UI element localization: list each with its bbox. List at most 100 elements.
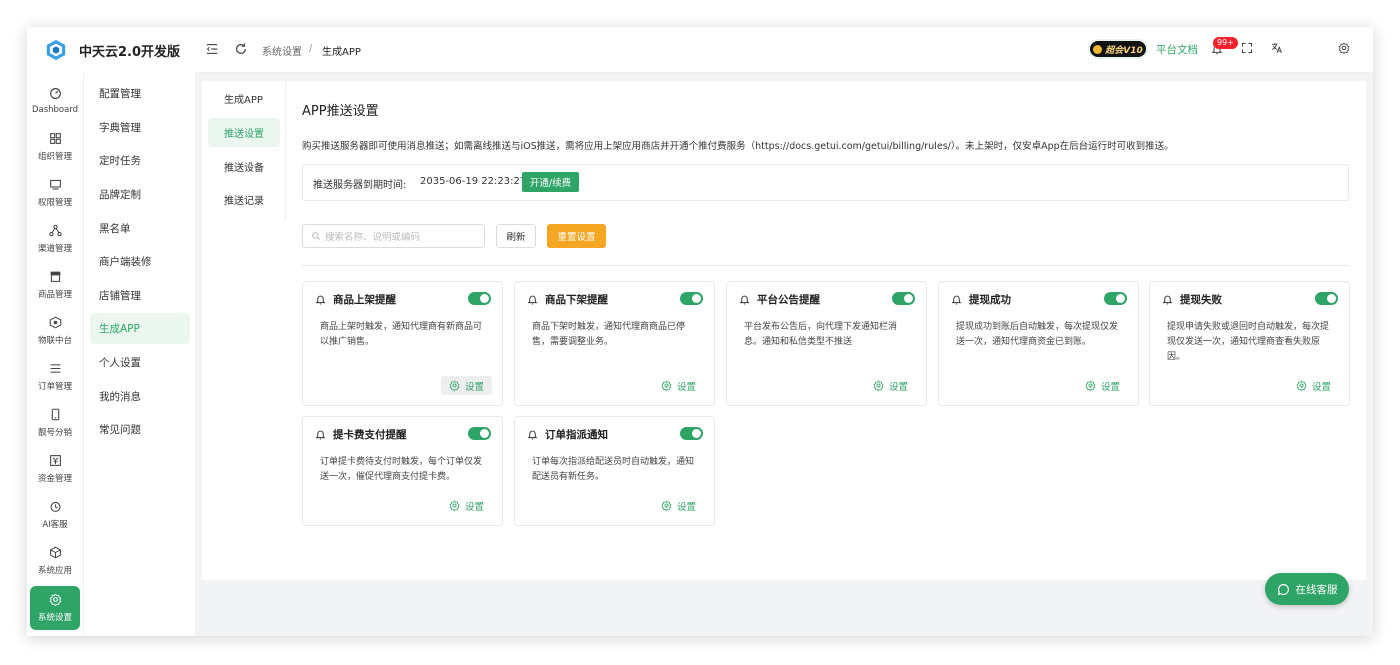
bell-icon (739, 295, 750, 305)
card-settings-button[interactable]: 设置 (441, 376, 492, 395)
notification-badge: 99+ (1213, 37, 1238, 49)
card-settings-button[interactable]: 设置 (653, 496, 704, 515)
expire-box: 推送服务器到期时间: 2035-06-19 22:23:27 开通/续费 (302, 164, 1349, 201)
card-description: 商品上架时触发，通知代理商有新商品可以推广销售。 (320, 322, 483, 347)
card-title: 提现失败 (1180, 294, 1222, 306)
submenu-item[interactable]: 黑名单 (90, 213, 190, 244)
menu-fold-icon[interactable] (205, 42, 219, 56)
gear-icon (1296, 380, 1307, 391)
submenu-item[interactable]: 个人设置 (90, 347, 190, 378)
submenu-item[interactable]: 商户端装修 (90, 246, 190, 277)
icon-rail: Dashboard 组织管理 权限管理 渠道管理 商品管理 物联中台 订单管理 (27, 73, 83, 636)
gear-icon (449, 500, 460, 511)
logo-icon (46, 39, 66, 61)
card-settings-button[interactable]: 设置 (1077, 376, 1128, 395)
card-title: 提现成功 (969, 294, 1011, 306)
submenu-item[interactable]: 店铺管理 (90, 280, 190, 311)
gear-icon (661, 500, 672, 511)
submenu-item[interactable]: 配置管理 (90, 78, 190, 109)
refresh-icon[interactable] (234, 42, 248, 56)
submenu-item[interactable]: 品牌定制 (90, 179, 190, 210)
settings-gear-icon[interactable] (1338, 42, 1350, 54)
inner-nav: 生成APP 推送设置 推送设备 推送记录 (202, 81, 286, 221)
gear-icon (449, 380, 460, 391)
push-card: 商品下架提醒 商品下架时触发，通知代理商商品已停售，需要调整业务。 设置 (514, 281, 715, 406)
card-title: 商品上架提醒 (333, 294, 396, 306)
submenu-item[interactable]: 常见问题 (90, 414, 190, 445)
rail-item-settings[interactable]: 系统设置 (30, 586, 80, 630)
top-bar: 系统设置 / 生成APP 超会V10 平台文档 99+ (195, 27, 1373, 73)
rail-item-iot[interactable]: 物联中台 (30, 309, 80, 353)
platform-docs-link[interactable]: 平台文档 (1156, 42, 1198, 57)
card-settings-button[interactable]: 设置 (653, 376, 704, 395)
search-icon (312, 232, 321, 241)
fullscreen-icon[interactable] (1241, 42, 1253, 54)
enable-toggle[interactable] (680, 292, 703, 305)
gear-icon (1085, 380, 1096, 391)
rail-item-permission[interactable]: 权限管理 (30, 171, 80, 215)
push-card: 提卡费支付提醒 订单提卡费待支付时触发，每个订单仅发送一次，催促代理商支付提卡费… (302, 416, 503, 526)
bell-icon (315, 295, 326, 305)
card-title: 平台公告提醒 (757, 294, 820, 306)
submenu-item[interactable]: 我的消息 (90, 381, 190, 412)
enable-toggle[interactable] (680, 427, 703, 440)
rail-item-org[interactable]: 组织管理 (30, 125, 80, 169)
card-settings-button[interactable]: 设置 (1288, 376, 1339, 395)
inner-tab[interactable]: 生成APP (208, 84, 280, 113)
enable-toggle[interactable] (1104, 292, 1127, 305)
content-panel: 生成APP 推送设置 推送设备 推送记录 APP推送设置 购买推送服务器即可使用… (202, 81, 1366, 580)
rail-item-order[interactable]: 订单管理 (30, 355, 80, 399)
online-support-button[interactable]: 在线客服 (1265, 573, 1349, 605)
card-description: 订单每次指派给配送员时自动触发，通知配送员有新任务。 (532, 457, 695, 482)
crown-icon (1093, 44, 1103, 54)
rail-item-app[interactable]: 系统应用 (30, 539, 80, 583)
grid-icon (49, 133, 61, 144)
submenu-item-active[interactable]: 生成APP (90, 313, 190, 344)
app-window: 中天云2.0开发版 Dashboard 组织管理 权限管理 渠道管理 商品管理 … (27, 27, 1373, 636)
card-settings-button[interactable]: 设置 (441, 496, 492, 515)
card-settings-button[interactable]: 设置 (865, 376, 916, 395)
search-input[interactable]: 搜索名称、说明或编码 (302, 224, 485, 248)
enable-toggle[interactable] (1315, 292, 1338, 305)
gear-icon (873, 380, 884, 391)
card-description: 商品下架时触发，通知代理商商品已停售，需要调整业务。 (532, 322, 686, 347)
push-card: 提现成功 提现成功到账后自动触发，每次提现仅发送一次，通知代理商资金已到账。 设… (938, 281, 1139, 406)
breadcrumb-item[interactable]: 系统设置 (262, 43, 302, 58)
rail-item-dashboard[interactable]: Dashboard (30, 79, 80, 123)
store-icon (50, 271, 60, 282)
enable-toggle[interactable] (468, 292, 491, 305)
push-card: 商品上架提醒 商品上架时触发，通知代理商有新商品可以推广销售。 设置 (302, 281, 503, 406)
enable-toggle[interactable] (892, 292, 915, 305)
rail-item-number[interactable]: 靓号分销 (30, 401, 80, 445)
refresh-button[interactable]: 刷新 (496, 224, 536, 248)
submenu-item[interactable]: 定时任务 (90, 145, 190, 176)
rail-item-channel[interactable]: 渠道管理 (30, 217, 80, 261)
reset-settings-button[interactable]: 重置设置 (547, 224, 606, 248)
enable-toggle[interactable] (468, 427, 491, 440)
section-title: APP推送设置 (302, 104, 379, 119)
chat-icon (1277, 583, 1289, 595)
rail-item-goods[interactable]: 商品管理 (30, 263, 80, 307)
card-description: 平台发布公告后，向代理下发通知栏消息。通知和私信类型不推送 (744, 322, 898, 347)
submenu-item[interactable]: 字典管理 (90, 112, 190, 143)
gear-icon (661, 380, 672, 391)
inner-tab[interactable]: 推送记录 (208, 185, 280, 214)
breadcrumb-separator: / (309, 43, 313, 54)
network-icon (48, 224, 62, 237)
push-card: 平台公告提醒 平台发布公告后，向代理下发通知栏消息。通知和私信类型不推送 设置 (726, 281, 927, 406)
rail-item-ai[interactable]: AI客服 (30, 493, 80, 537)
renew-button[interactable]: 开通/续费 (522, 172, 579, 192)
divider (302, 265, 1349, 266)
inner-tab[interactable]: 推送设备 (208, 152, 280, 181)
rail-item-fund[interactable]: 资金管理 (30, 447, 80, 491)
brand-name: 中天云2.0开发版 (79, 44, 181, 60)
inner-tab-active[interactable]: 推送设置 (208, 118, 280, 147)
bell-icon (527, 295, 538, 305)
yuan-icon (49, 455, 61, 466)
vip-badge[interactable]: 超会V10 (1090, 41, 1146, 57)
card-description: 提现申请失败或退回时自动触发，每次提现仅发送一次，通知代理商查看失败原因。 (1167, 322, 1330, 362)
translate-icon[interactable] (1271, 42, 1283, 54)
push-card: 订单指派通知 订单每次指派给配送员时自动触发，通知配送员有新任务。 设置 (514, 416, 715, 526)
ai-icon (50, 501, 60, 512)
card-description: 订单提卡费待支付时触发，每个订单仅发送一次，催促代理商支付提卡费。 (320, 457, 483, 482)
